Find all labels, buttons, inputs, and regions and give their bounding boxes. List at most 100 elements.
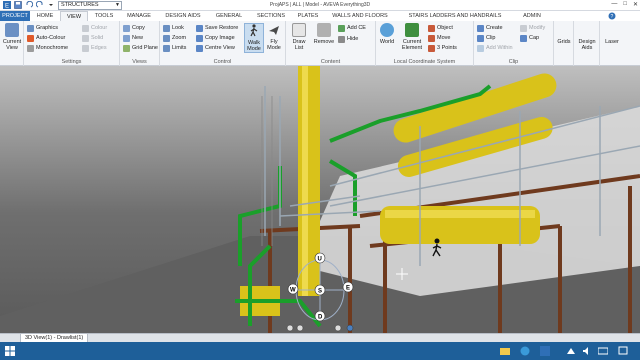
limits-icon (163, 44, 170, 52)
current-view-group: Current View (0, 21, 24, 66)
copy-icon (123, 24, 130, 32)
clip-label: Clip (486, 35, 496, 41)
tab-admin[interactable]: ADMIN (514, 11, 550, 21)
close-button[interactable]: ✕ (633, 1, 638, 8)
clip-button[interactable]: Clip (477, 34, 495, 42)
compass-east-label[interactable]: E (346, 286, 350, 292)
tab-plates[interactable]: PLATES (292, 11, 324, 21)
file-explorer-icon[interactable] (500, 346, 510, 356)
keyboard-icon[interactable] (598, 346, 608, 356)
maximize-button[interactable]: □ (623, 1, 627, 8)
redo-icon[interactable] (35, 1, 44, 10)
add-within-button[interactable]: Add Within (477, 44, 513, 52)
hide-button[interactable]: Hide (338, 35, 358, 43)
content-group: Draw List Remove Add CE Hide Content (286, 21, 376, 66)
tab-tools[interactable]: TOOLS (88, 11, 120, 21)
laser-button[interactable]: Laser (600, 39, 624, 45)
tab-sections[interactable]: SECTIONS (250, 11, 292, 21)
copy-view-button[interactable]: Copy (123, 24, 145, 32)
current-view-label: Current View (2, 39, 22, 51)
tab-stairs-ladders-handrails[interactable]: STAIRS LADDERS AND HANDRAILS (396, 11, 514, 21)
monitor-icon (5, 23, 19, 37)
current-view-button[interactable]: Current View (0, 23, 24, 51)
cap-button[interactable]: Cap (520, 34, 539, 42)
graphics-button[interactable]: Graphics (27, 24, 58, 32)
element-icon (405, 23, 419, 37)
auto-colour-button[interactable]: Auto-Colour (27, 34, 65, 42)
compass-up-label[interactable]: U (318, 257, 322, 263)
tab-general[interactable]: GENERAL (208, 11, 250, 21)
move-button[interactable]: Move (428, 34, 450, 42)
monochrome-icon (27, 44, 34, 52)
compass-west-label[interactable]: W (290, 288, 296, 294)
remove-button[interactable]: Remove (312, 23, 336, 45)
draw-list-button[interactable]: Draw List (288, 23, 310, 51)
help-icon[interactable]: ? (602, 11, 622, 21)
3d-viewport[interactable]: U W S E D (0, 66, 640, 333)
grids-button[interactable]: Grids (554, 39, 574, 45)
create-clip-button[interactable]: Create (477, 24, 503, 32)
browser-icon[interactable] (520, 346, 530, 356)
object-button[interactable]: Object (428, 24, 453, 32)
app-taskbar-icon[interactable] (540, 346, 550, 356)
tab-project[interactable]: PROJECT (0, 11, 30, 21)
module-select[interactable]: STRUCTURES ▼ (58, 1, 122, 10)
edges-label: Edges (91, 45, 107, 51)
control-group-label: Control (213, 59, 232, 65)
quick-access-dropdown-icon[interactable] (46, 1, 55, 10)
tab-manage[interactable]: MANAGE (120, 11, 158, 21)
settings-group: Graphics Auto-Colour Monochrome Colour S… (24, 21, 120, 66)
tab-design-aids[interactable]: DESIGN AIDS (158, 11, 208, 21)
solid-button[interactable]: Solid (82, 34, 103, 42)
colour-icon (82, 24, 89, 32)
app-icon: E (2, 1, 11, 10)
camera-icon (196, 34, 203, 42)
notification-icon[interactable] (618, 346, 628, 356)
monochrome-button[interactable]: Monochrome (27, 44, 68, 52)
colour-label: Colour (91, 25, 108, 31)
limits-button[interactable]: Limits (163, 44, 186, 52)
tab-view[interactable]: VIEW (60, 11, 88, 21)
add-ce-button[interactable]: Add CE (338, 24, 366, 32)
add-ce-label: Add CE (347, 25, 366, 31)
save-icon[interactable] (13, 1, 22, 10)
network-icon[interactable] (566, 346, 576, 356)
tab-home[interactable]: HOME (30, 11, 60, 21)
grid-plane-label: Grid Plane (132, 45, 158, 51)
new-view-icon (123, 34, 130, 42)
control-group: Look Zoom Limits Save Restore Copy Image… (160, 21, 286, 66)
tab-walls-and-floors[interactable]: WALLS AND FLOORS (324, 11, 396, 21)
current-element-button[interactable]: Current Element (398, 23, 426, 51)
volume-icon[interactable] (582, 346, 592, 356)
modify-clip-button[interactable]: Modify (520, 24, 545, 32)
add-icon (338, 24, 345, 32)
copy-image-button[interactable]: Copy Image (196, 34, 235, 42)
zoom-button[interactable]: Zoom (163, 34, 186, 42)
world-button[interactable]: World (376, 23, 398, 45)
edges-button[interactable]: Edges (82, 44, 107, 52)
design-aids-button[interactable]: Design Aids (574, 39, 600, 51)
colour-button[interactable]: Colour (82, 24, 107, 32)
save-restore-button[interactable]: Save Restore (196, 24, 238, 32)
undo-icon[interactable] (24, 1, 33, 10)
three-points-button[interactable]: 3 Points (428, 44, 457, 52)
compass-down-label[interactable]: D (318, 315, 323, 321)
centre-view-button[interactable]: Centre View (196, 44, 235, 52)
draw-list-icon (292, 23, 306, 37)
fly-mode-button[interactable]: Fly Mode (264, 23, 284, 51)
compass-south-label[interactable]: S (318, 289, 322, 295)
grid-plane-button[interactable]: Grid Plane (123, 44, 158, 52)
windows-start-icon[interactable] (5, 346, 15, 356)
minimize-button[interactable]: — (611, 1, 617, 8)
hide-icon (338, 35, 345, 43)
current-element-label: Current Element (401, 39, 423, 51)
cap-icon (520, 34, 527, 42)
walk-mode-button[interactable]: Walk Mode (244, 23, 264, 53)
clip-icon (477, 34, 484, 42)
look-button[interactable]: Look (163, 24, 184, 32)
views-group: Copy New Grid Plane Views (120, 21, 160, 66)
ribbon: Current View Graphics Auto-Colour Monoch… (0, 21, 640, 66)
3d-scene[interactable]: U W S E D (0, 66, 640, 333)
title-bar: E STRUCTURES ▼ ProjAPS | ALL | Model - A… (0, 0, 640, 11)
new-view-button[interactable]: New (123, 34, 143, 42)
